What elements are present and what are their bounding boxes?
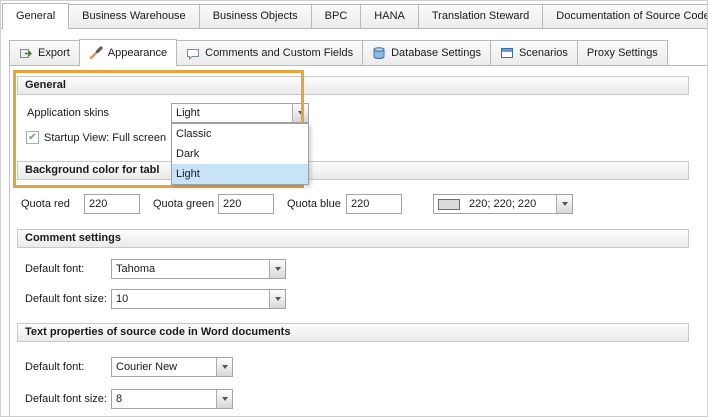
section-header-general: General <box>17 76 689 95</box>
section-header-comment-settings: Comment settings <box>17 229 689 248</box>
chevron-down-icon[interactable] <box>216 358 232 376</box>
tab-label: Proxy Settings <box>587 47 658 59</box>
tab-business-warehouse[interactable]: Business Warehouse <box>68 4 200 28</box>
settings-tab-strip: Export Appearance Comments and Custom Fi… <box>9 39 707 66</box>
quota-red-label: Quota red <box>21 198 70 210</box>
quota-blue-label: Quota blue <box>287 198 341 210</box>
export-icon <box>19 46 33 60</box>
tab-label: Appearance <box>108 47 167 59</box>
chevron-down-icon[interactable] <box>269 260 285 278</box>
tab-appearance[interactable]: Appearance <box>79 39 177 66</box>
tab-documentation-of-source-code[interactable]: Documentation of Source Code <box>542 4 708 28</box>
settings-window: General Business Warehouse Business Obje… <box>0 0 708 417</box>
scenarios-icon <box>500 46 514 60</box>
database-icon <box>372 46 386 60</box>
quota-green-label: Quota green <box>153 198 214 210</box>
tab-label: Export <box>38 47 70 59</box>
category-tab-strip: General Business Warehouse Business Obje… <box>1 3 707 29</box>
appearance-icon <box>89 46 103 60</box>
chevron-down-icon[interactable] <box>269 290 285 308</box>
tab-label: Comments and Custom Fields <box>205 47 353 59</box>
tab-comments-and-custom-fields[interactable]: Comments and Custom Fields <box>176 40 363 65</box>
tab-export[interactable]: Export <box>9 40 80 65</box>
application-skins-select[interactable]: Light <box>171 103 309 123</box>
tab-proxy-settings[interactable]: Proxy Settings <box>577 40 668 65</box>
comment-default-font-size-select[interactable]: 10 <box>111 289 286 309</box>
word-default-font-size-label: Default font size: <box>25 393 107 405</box>
tab-label: Scenarios <box>519 47 568 59</box>
startup-fullscreen-label: Startup View: Full screen <box>44 132 166 144</box>
combo-value: 8 <box>112 393 216 405</box>
rgb-color-select[interactable]: 220; 220; 220 <box>433 194 573 214</box>
tab-database-settings[interactable]: Database Settings <box>362 40 491 65</box>
comment-default-font-size-label: Default font size: <box>25 293 107 305</box>
tab-label: Database Settings <box>391 47 481 59</box>
combo-value: Light <box>172 107 292 119</box>
quota-red-input[interactable] <box>84 194 140 214</box>
color-swatch <box>438 199 460 210</box>
chevron-down-icon[interactable] <box>556 195 572 213</box>
combo-value: Courier New <box>112 361 216 373</box>
startup-fullscreen-checkbox[interactable]: ✔ <box>26 131 39 144</box>
word-default-font-select[interactable]: Courier New <box>111 357 233 377</box>
dropdown-option-classic[interactable]: Classic <box>172 124 308 144</box>
combo-value: 220; 220; 220 <box>465 198 556 210</box>
tab-business-objects[interactable]: Business Objects <box>199 4 312 28</box>
chevron-down-icon[interactable] <box>292 104 308 122</box>
quota-green-input[interactable] <box>218 194 274 214</box>
tab-bpc[interactable]: BPC <box>311 4 362 28</box>
comment-icon <box>186 46 200 60</box>
combo-value: 10 <box>112 293 269 305</box>
skins-dropdown-popup: Classic Dark Light <box>171 123 309 185</box>
chevron-down-icon[interactable] <box>216 390 232 408</box>
comment-default-font-label: Default font: <box>25 263 84 275</box>
dropdown-option-light[interactable]: Light <box>172 164 308 184</box>
tab-scenarios[interactable]: Scenarios <box>490 40 578 65</box>
comment-default-font-select[interactable]: Tahoma <box>111 259 286 279</box>
word-default-font-label: Default font: <box>25 361 84 373</box>
section-header-background-color: Background color for tabl <box>17 161 689 180</box>
tab-translation-steward[interactable]: Translation Steward <box>418 4 543 28</box>
quota-blue-input[interactable] <box>346 194 402 214</box>
tab-general[interactable]: General <box>2 3 69 29</box>
tab-hana[interactable]: HANA <box>360 4 419 28</box>
dropdown-option-dark[interactable]: Dark <box>172 144 308 164</box>
combo-value: Tahoma <box>112 263 269 275</box>
word-default-font-size-select[interactable]: 8 <box>111 389 233 409</box>
section-header-word-text-properties: Text properties of source code in Word d… <box>17 323 689 342</box>
application-skins-label: Application skins <box>27 107 109 119</box>
